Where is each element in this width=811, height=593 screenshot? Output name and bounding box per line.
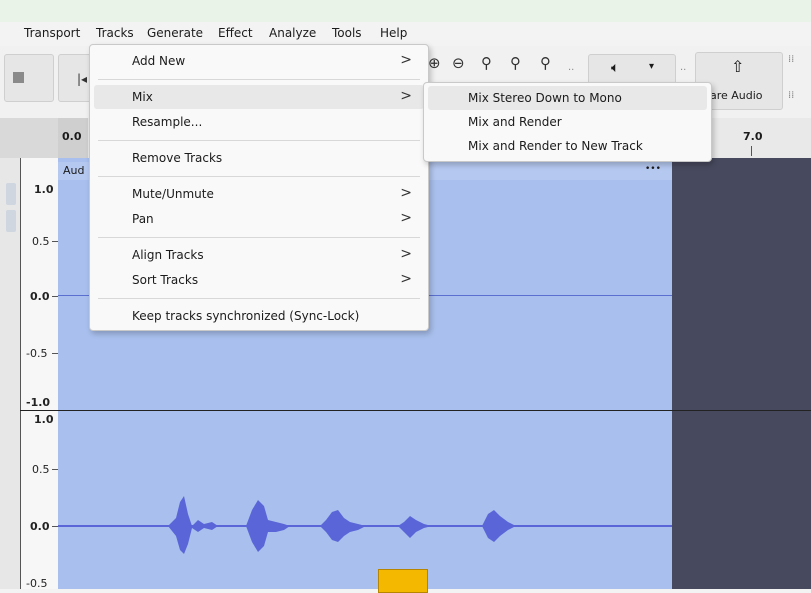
chevron-right-icon: > (400, 271, 412, 287)
ruler-spacer (0, 118, 58, 158)
scale-bottom-1: 1.0 (34, 413, 54, 426)
scale-tick (52, 241, 58, 242)
submenu-item-mix-and-render[interactable]: Mix and Render (428, 110, 707, 134)
menu-separator (98, 298, 420, 299)
menu-item-align-tracks[interactable]: Align Tracks > (94, 243, 424, 267)
scale-top-neg05: -0.5 (26, 347, 48, 360)
stop-icon (13, 72, 24, 83)
ruler-tick (751, 146, 752, 156)
track-select-button[interactable] (6, 183, 16, 205)
scale-top-05: 0.5 (32, 235, 50, 248)
menu-item-sort-tracks[interactable]: Sort Tracks > (94, 268, 424, 292)
mix-submenu: Mix Stereo Down to Mono Mix and Render M… (423, 82, 712, 162)
menu-item-label: Add New (132, 54, 186, 68)
toolbar-grip-2: .. (680, 62, 687, 73)
speaker-icon: 🔈︎ (611, 60, 620, 76)
share-icon: ⇧ (731, 57, 745, 76)
menu-item-label: Mute/Unmute (132, 187, 214, 201)
menu-separator (98, 79, 420, 80)
scale-tick (52, 353, 58, 354)
menu-item-label: Sort Tracks (132, 273, 199, 287)
submenu-item-label: Mix Stereo Down to Mono (468, 91, 622, 105)
scale-bottom-05: 0.5 (32, 463, 50, 476)
skip-start-icon: |◂ (77, 72, 88, 86)
scale-bottom-neg05: -0.5 (26, 577, 48, 590)
chevron-down-icon: ▾ (649, 61, 655, 72)
submenu-item-mix-stereo-down-to-mono[interactable]: Mix Stereo Down to Mono (428, 86, 707, 110)
scale-tick (52, 296, 58, 297)
menu-item-label: Remove Tracks (132, 151, 223, 165)
menu-item-pan[interactable]: Pan > (94, 207, 424, 231)
scale-bottom-0: 0.0 (30, 520, 50, 533)
menu-generate[interactable]: Generate (147, 26, 203, 40)
menu-separator (98, 176, 420, 177)
submenu-item-label: Mix and Render (468, 115, 562, 129)
fit-selection-icon[interactable]: ⚲ (481, 54, 492, 72)
wave-burst (246, 500, 290, 552)
menu-transport[interactable]: Transport (24, 26, 80, 40)
menu-effect[interactable]: Effect (218, 26, 253, 40)
empty-track-area[interactable] (672, 158, 811, 589)
menu-item-label: Pan (132, 212, 154, 226)
menu-item-mix[interactable]: Mix > (94, 85, 424, 109)
clip-menu-dots[interactable]: ••• (645, 164, 661, 174)
menubar: Transport Tracks Generate Effect Analyze… (0, 22, 811, 46)
scale-tick (52, 469, 58, 470)
menu-item-label: Mix (132, 90, 153, 104)
menu-separator (98, 140, 420, 141)
menu-separator (98, 237, 420, 238)
submenu-item-label: Mix and Render to New Track (468, 139, 643, 153)
zoom-in-icon[interactable]: ⊕ (428, 54, 441, 72)
chevron-right-icon: > (400, 88, 412, 104)
menu-item-label: Resample... (132, 115, 203, 129)
tracks-menu: Add New > Mix > Resample... Remove Track… (89, 44, 429, 331)
wave-burst (320, 510, 366, 542)
title-strip (0, 0, 811, 22)
wave-burst (168, 496, 218, 554)
menu-tracks[interactable]: Tracks (96, 26, 134, 40)
menu-analyze[interactable]: Analyze (269, 26, 316, 40)
toolbar-grip: .. (568, 62, 575, 73)
menu-tools[interactable]: Tools (332, 26, 362, 40)
ruler-start-label: 0.0 (62, 130, 82, 143)
toolbar-grip-4: ⁞⁞ (788, 90, 795, 101)
chevron-right-icon: > (400, 246, 412, 262)
menu-item-label: Align Tracks (132, 248, 204, 262)
menu-item-add-new[interactable]: Add New > (94, 49, 424, 73)
scale-top-1: 1.0 (34, 183, 54, 196)
channel-divider (20, 410, 811, 411)
menu-help[interactable]: Help (380, 26, 407, 40)
zoom-toggle-icon[interactable]: ⚲ (540, 54, 551, 72)
chevron-right-icon: > (400, 52, 412, 68)
playhead-handle[interactable] (378, 569, 428, 593)
fit-project-icon[interactable]: ⚲ (510, 54, 521, 72)
submenu-item-mix-and-render-to-new-track[interactable]: Mix and Render to New Track (428, 134, 707, 158)
scale-top-neg1: -1.0 (26, 396, 51, 409)
menu-item-resample[interactable]: Resample... (94, 110, 424, 134)
clip-name: Aud (63, 164, 85, 177)
stop-button[interactable] (4, 54, 54, 102)
menu-item-sync-lock[interactable]: Keep tracks synchronized (Sync-Lock) (94, 304, 424, 328)
chevron-right-icon: > (400, 185, 412, 201)
bottom-waveform (58, 496, 672, 554)
chevron-right-icon: > (400, 210, 412, 226)
menu-item-remove-tracks[interactable]: Remove Tracks (94, 146, 424, 170)
wave-burst (482, 510, 516, 542)
track-collapse-button[interactable] (6, 210, 16, 232)
toolbar-grip-3: ⁞⁞ (788, 54, 795, 65)
menu-item-label: Keep tracks synchronized (Sync-Lock) (132, 309, 360, 323)
zoom-out-icon[interactable]: ⊖ (452, 54, 465, 72)
menu-item-mute-unmute[interactable]: Mute/Unmute > (94, 182, 424, 206)
ruler-label-7: 7.0 (743, 130, 763, 143)
scale-top-0: 0.0 (30, 290, 50, 303)
wave-burst (398, 516, 432, 538)
